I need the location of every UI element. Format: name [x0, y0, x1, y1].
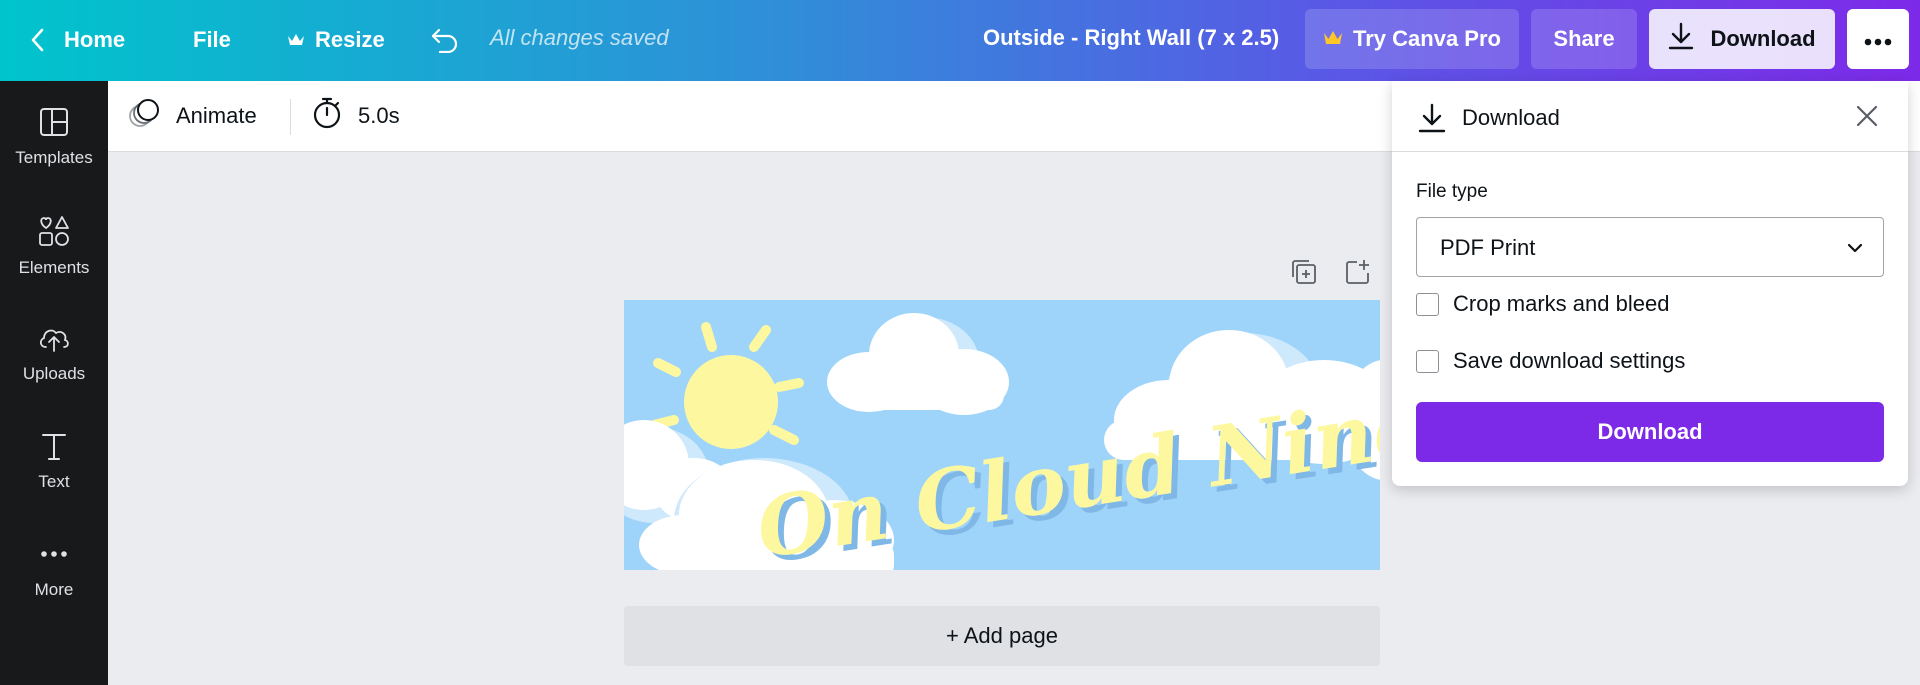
duration-label: 5.0s: [358, 103, 400, 128]
sun: [684, 355, 778, 449]
duration-button[interactable]: 5.0s: [312, 96, 400, 136]
sidebar-item-uploads[interactable]: Uploads: [0, 297, 108, 397]
chevron-down-icon: [1845, 238, 1865, 263]
sidebar-item-more[interactable]: More: [0, 513, 108, 613]
top-bar: Home File Resize All changes saved Outsi…: [0, 0, 1920, 81]
animate-icon: [128, 96, 162, 136]
crop-marks-option[interactable]: Crop marks and bleed: [1416, 291, 1669, 317]
download-panel-title: Download: [1462, 105, 1560, 130]
file-label: File: [193, 27, 231, 52]
uploads-icon: [37, 297, 71, 364]
resize-label: Resize: [315, 27, 385, 52]
add-new-page-button[interactable]: [1344, 258, 1372, 291]
sidebar-item-label: Elements: [18, 258, 90, 277]
download-button[interactable]: Download: [1649, 9, 1835, 69]
home-label: Home: [64, 27, 126, 52]
crown-icon: [287, 33, 305, 47]
undo-icon: [430, 27, 460, 53]
text-icon: [40, 405, 68, 472]
download-label: Download: [1710, 26, 1816, 51]
sidebar-item-templates[interactable]: Templates: [0, 81, 108, 181]
sidebar-item-text[interactable]: Text: [0, 405, 108, 505]
sidebar-item-label: Text: [38, 472, 70, 491]
resize-button[interactable]: Resize: [287, 12, 385, 68]
add-page-icon: [1344, 260, 1372, 290]
try-canva-pro-button[interactable]: Try Canva Pro: [1305, 9, 1519, 69]
download-panel: Download File type PDF Print Crop marks …: [1392, 81, 1908, 486]
more-options-button[interactable]: [1847, 9, 1909, 69]
design-artwork: On Cloud Nine ~ On Cloud Nine ~: [624, 300, 1380, 570]
add-page-label: + Add page: [946, 623, 1058, 648]
left-sidebar: Templates Elements Uploads Text More: [0, 81, 108, 685]
save-settings-checkbox[interactable]: [1416, 349, 1439, 373]
file-type-value: PDF Print: [1440, 235, 1536, 260]
home-button[interactable]: Home: [30, 12, 125, 68]
download-submit-button[interactable]: Download: [1416, 402, 1884, 462]
toolbar-divider: [290, 99, 291, 135]
templates-icon: [39, 81, 69, 148]
try-pro-label: Try Canva Pro: [1353, 26, 1501, 51]
sidebar-item-label: Uploads: [22, 364, 86, 383]
more-icon: [39, 513, 69, 580]
download-icon: [1418, 103, 1446, 138]
file-menu-button[interactable]: File: [193, 12, 231, 68]
download-submit-label: Download: [1597, 419, 1703, 444]
animate-label: Animate: [176, 103, 257, 128]
share-button[interactable]: Share: [1531, 9, 1637, 69]
save-status: All changes saved: [490, 25, 669, 50]
document-title[interactable]: Outside - Right Wall (7 x 2.5): [983, 25, 1279, 51]
sidebar-item-elements[interactable]: Elements: [0, 189, 108, 289]
duplicate-page-button[interactable]: [1290, 258, 1318, 291]
file-type-label: File type: [1416, 181, 1488, 202]
close-icon[interactable]: [1854, 103, 1880, 134]
elements-icon: [38, 189, 70, 258]
download-icon: [1668, 22, 1694, 56]
duplicate-icon: [1290, 260, 1318, 290]
chevron-left-icon: [30, 28, 44, 52]
download-panel-header: Download: [1392, 81, 1908, 152]
save-settings-label: Save download settings: [1453, 348, 1686, 373]
timer-icon: [312, 96, 342, 136]
crop-marks-checkbox[interactable]: [1416, 292, 1439, 316]
crop-marks-label: Crop marks and bleed: [1453, 291, 1670, 316]
animate-button[interactable]: Animate: [128, 96, 257, 136]
save-settings-option[interactable]: Save download settings: [1416, 348, 1685, 374]
file-type-select[interactable]: PDF Print: [1416, 217, 1884, 277]
share-label: Share: [1553, 26, 1615, 51]
undo-button[interactable]: [430, 12, 460, 68]
sidebar-item-label: Templates: [15, 148, 93, 167]
sidebar-item-label: More: [34, 580, 74, 599]
more-horizontal-icon: [1864, 26, 1892, 52]
crown-icon: [1323, 26, 1343, 52]
add-page-button[interactable]: + Add page: [624, 606, 1380, 666]
design-page[interactable]: On Cloud Nine ~ On Cloud Nine ~: [624, 300, 1380, 570]
